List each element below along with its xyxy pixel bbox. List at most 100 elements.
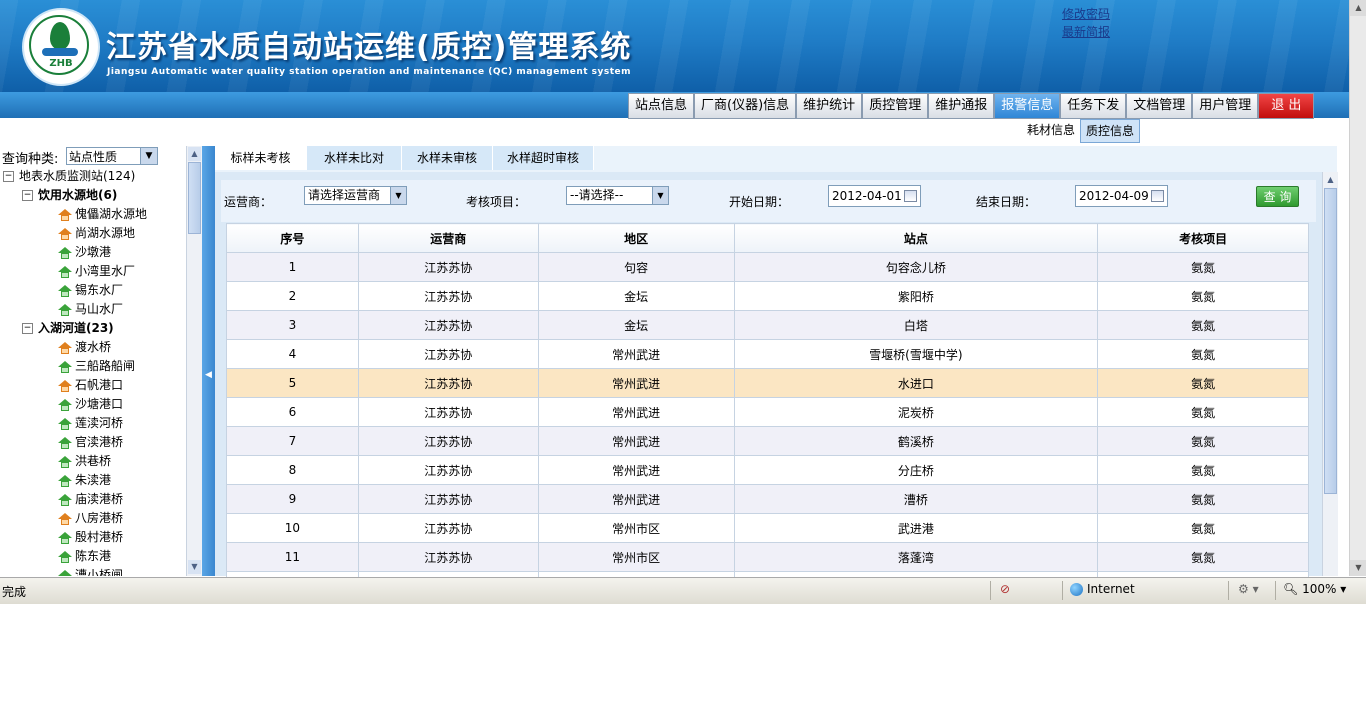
query-button[interactable]: 查 询	[1256, 186, 1299, 207]
tree-item-station[interactable]: 庙渎港桥	[58, 490, 123, 509]
cell-operator: 江苏苏协	[357, 397, 539, 427]
tree-item-station[interactable]: 马山水厂	[58, 300, 123, 319]
cell-station: 水进口	[733, 368, 1099, 398]
content-scrollbar[interactable]: ▲	[1322, 172, 1338, 576]
table-row[interactable]: 11 江苏苏协 常州市区 落蓬湾 氨氮	[226, 542, 1309, 572]
menu-document-management[interactable]: 文档管理	[1126, 93, 1193, 119]
table-row[interactable]: 8 江苏苏协 常州武进 分庄桥 氨氮	[226, 455, 1309, 485]
operator-label: 运营商：	[224, 195, 273, 209]
app-header: ZHB 江苏省水质自动站运维(质控)管理系统 Jiangsu Automatic…	[0, 0, 1366, 92]
table-row[interactable]: 2 江苏苏协 金坛 紫阳桥 氨氮	[226, 281, 1309, 311]
tree-item-station[interactable]: 傀儡湖水源地	[58, 205, 147, 224]
cell-region: 常州武进	[537, 426, 735, 456]
menu-task-dispatch[interactable]: 任务下发	[1060, 93, 1127, 119]
tree-item-station[interactable]: 沙墩港	[58, 243, 111, 262]
tab-water-unreviewed[interactable]: 水样未审核	[402, 146, 493, 170]
operator-select[interactable]: 请选择运营商 ▼	[304, 186, 407, 205]
end-date-input[interactable]: 2012-04-09	[1075, 185, 1168, 207]
assessment-item-label: 考核项目：	[466, 195, 527, 209]
screen-toggle-splitter[interactable]: ◀ 屏幕切换	[202, 146, 215, 705]
popup-blocked-icon[interactable]: ⊘	[1000, 582, 1010, 596]
top-links: 修改密码 最新简报	[1062, 5, 1110, 41]
tree-item-station[interactable]: 石帆港口	[58, 376, 123, 395]
collapse-toggle-icon[interactable]: −	[22, 323, 33, 334]
protected-mode-icon[interactable]: ⚙ ▾	[1238, 582, 1259, 596]
house-icon	[58, 208, 72, 221]
house-icon	[58, 284, 72, 297]
assessment-item-select[interactable]: --请选择-- ▼	[566, 186, 669, 205]
tree-group[interactable]: − 入湖河道(23)	[22, 319, 114, 338]
scroll-up-icon[interactable]: ▲	[1324, 173, 1337, 187]
submenu-qc-info[interactable]: 质控信息	[1080, 119, 1141, 143]
scroll-down-icon[interactable]: ▼	[1350, 560, 1366, 576]
table-row[interactable]: 7 江苏苏协 常州武进 鹤溪桥 氨氮	[226, 426, 1309, 456]
scroll-up-icon[interactable]: ▲	[188, 147, 201, 161]
tree-item-station[interactable]: 沙塘港口	[58, 395, 123, 414]
menu-station-info[interactable]: 站点信息	[628, 93, 695, 119]
tree-item-station[interactable]: 莲渎河桥	[58, 414, 123, 433]
tab-water-uncompared[interactable]: 水样未比对	[307, 146, 402, 170]
table-row[interactable]: 6 江苏苏协 常州武进 泥炭桥 氨氮	[226, 397, 1309, 427]
tree-scrollbar[interactable]: ▲ ▼	[186, 146, 203, 576]
chevron-down-icon: ▼	[652, 187, 668, 204]
tree-item-station[interactable]: 尚湖水源地	[58, 224, 135, 243]
cell-index: 1	[226, 252, 359, 282]
tree-item-station[interactable]: 洪巷桥	[58, 452, 111, 471]
tree-item-station[interactable]: 八房港桥	[58, 509, 123, 528]
window-scrollbar[interactable]: ▲ ▼	[1349, 0, 1366, 576]
globe-icon	[1070, 583, 1083, 596]
table-row[interactable]: 4 江苏苏协 常州武进 雪堰桥(雪堰中学) 氨氮	[226, 339, 1309, 369]
scroll-down-icon[interactable]: ▼	[188, 560, 201, 574]
query-type-select[interactable]: 站点性质 ▼	[66, 147, 158, 165]
tree-item-station[interactable]: 朱渎港	[58, 471, 111, 490]
cell-operator: 江苏苏协	[357, 484, 539, 514]
tree-item-station[interactable]: 三船路船闸	[58, 357, 135, 376]
submenu-consumables[interactable]: 耗材信息	[1022, 119, 1080, 141]
menu-maintenance-stats[interactable]: 维护统计	[796, 93, 863, 119]
latest-brief-link[interactable]: 最新简报	[1062, 23, 1110, 41]
menu-qc-management[interactable]: 质控管理	[862, 93, 929, 119]
house-icon	[58, 398, 72, 411]
collapse-arrow-icon[interactable]: ◀	[205, 370, 212, 380]
scrollbar-thumb[interactable]	[1324, 188, 1337, 494]
table-row[interactable]: 3 江苏苏协 金坛 白塔 氨氮	[226, 310, 1309, 340]
calendar-icon[interactable]	[1151, 190, 1164, 202]
tree-item-station[interactable]: 锡东水厂	[58, 281, 123, 300]
tree-item-station[interactable]: 官渎港桥	[58, 433, 123, 452]
tree-group[interactable]: − 饮用水源地(6)	[22, 186, 117, 205]
cell-item: 氨氮	[1097, 426, 1309, 456]
cell-index: 5	[226, 368, 359, 398]
cell-region: 常州市区	[537, 542, 735, 572]
cell-station: 落蓬湾	[733, 542, 1099, 572]
menu-vendor-info[interactable]: 厂商(仪器)信息	[694, 93, 797, 119]
tab-water-overdue-review[interactable]: 水样超时审核	[493, 146, 594, 170]
tree-item-station[interactable]: 渡水桥	[58, 338, 111, 357]
menu-maintenance-notice[interactable]: 维护通报	[928, 93, 995, 119]
zoom-level[interactable]: 🔍︎ 100% ▾	[1283, 582, 1346, 596]
change-password-link[interactable]: 修改密码	[1062, 5, 1110, 23]
calendar-icon[interactable]	[904, 190, 917, 202]
logo-text: ZHB	[49, 58, 73, 69]
tree-item-station[interactable]: 漕小桥闸	[58, 566, 123, 576]
tab-standard-unassessed[interactable]: 标样未考核	[215, 146, 307, 170]
tree-item-station[interactable]: 殷村港桥	[58, 528, 123, 547]
house-icon	[58, 246, 72, 259]
tree-root[interactable]: − 地表水质监测站(124)	[3, 167, 135, 186]
exit-button[interactable]: 退 出	[1258, 93, 1315, 119]
collapse-toggle-icon[interactable]: −	[3, 171, 14, 182]
tree-item-station[interactable]: 陈东港	[58, 547, 111, 566]
scrollbar-thumb[interactable]	[188, 162, 201, 234]
menu-user-management[interactable]: 用户管理	[1192, 93, 1259, 119]
cell-region: 常州市区	[537, 513, 735, 543]
collapse-toggle-icon[interactable]: −	[22, 190, 33, 201]
table-row[interactable]: 5 江苏苏协 常州武进 水进口 氨氮	[226, 368, 1309, 398]
cell-station: 句容念儿桥	[733, 252, 1099, 282]
table-row[interactable]: 9 江苏苏协 常州武进 漕桥 氨氮	[226, 484, 1309, 514]
start-date-input[interactable]: 2012-04-01	[828, 185, 921, 207]
table-row[interactable]: 10 江苏苏协 常州市区 武进港 氨氮	[226, 513, 1309, 543]
house-icon	[58, 341, 72, 354]
scroll-up-icon[interactable]: ▲	[1350, 0, 1366, 16]
table-row[interactable]: 1 江苏苏协 句容 句容念儿桥 氨氮	[226, 252, 1309, 282]
menu-alarm-info[interactable]: 报警信息	[994, 93, 1061, 119]
tree-item-station[interactable]: 小湾里水厂	[58, 262, 135, 281]
